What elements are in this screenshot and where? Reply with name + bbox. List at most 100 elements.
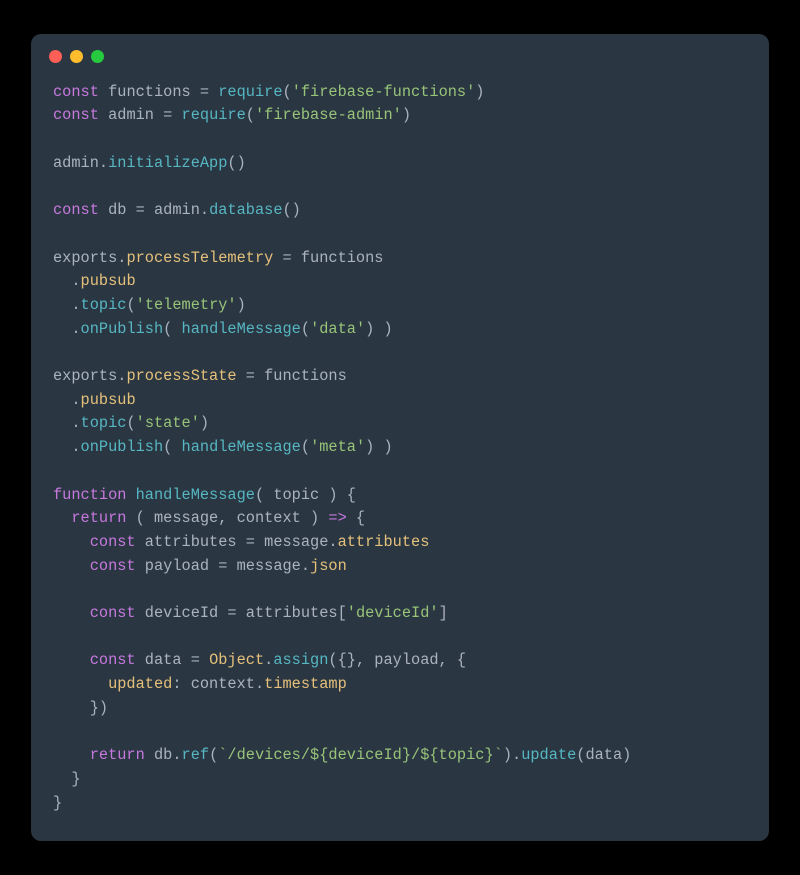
code-token: . bbox=[264, 651, 273, 669]
code-line: function handleMessage( topic ) { bbox=[53, 486, 356, 504]
code-token: = admin. bbox=[136, 201, 209, 219]
code-token: . bbox=[53, 296, 81, 314]
code-line: const db = admin.database() bbox=[53, 201, 301, 219]
code-line: return db.ref(`/devices/${deviceId}/${to… bbox=[53, 746, 631, 764]
code-token: ) ) bbox=[365, 320, 393, 338]
code-token: Object bbox=[209, 651, 264, 669]
code-token: 'meta' bbox=[310, 438, 365, 456]
code-token: db bbox=[99, 201, 136, 219]
code-token: const bbox=[90, 604, 136, 622]
code-token: (data) bbox=[576, 746, 631, 764]
code-token: ( bbox=[255, 486, 273, 504]
code-token: const bbox=[90, 557, 136, 575]
code-token: pubsub bbox=[81, 391, 136, 409]
code-token: ) bbox=[402, 106, 411, 124]
code-token: ( bbox=[246, 106, 255, 124]
code-token: . bbox=[53, 438, 81, 456]
code-token: : context. bbox=[172, 675, 264, 693]
code-token: 'deviceId' bbox=[347, 604, 439, 622]
code-token: ( bbox=[126, 414, 135, 432]
code-token: return bbox=[90, 746, 145, 764]
traffic-light-minimize-icon[interactable] bbox=[70, 50, 83, 63]
code-token: 'firebase-admin' bbox=[255, 106, 402, 124]
code-token: = functions bbox=[237, 367, 347, 385]
code-token: . bbox=[53, 272, 81, 290]
code-line: const data = Object.assign({}, payload, … bbox=[53, 651, 466, 669]
code-line: exports.processTelemetry = functions bbox=[53, 249, 383, 267]
code-token: pubsub bbox=[81, 272, 136, 290]
code-token: const bbox=[90, 651, 136, 669]
code-line: .pubsub bbox=[53, 272, 136, 290]
code-token: . bbox=[53, 320, 81, 338]
code-token: () bbox=[227, 154, 245, 172]
code-line: .topic('telemetry') bbox=[53, 296, 246, 314]
code-token: require bbox=[182, 106, 246, 124]
code-token: assign bbox=[273, 651, 328, 669]
code-token bbox=[53, 746, 90, 764]
code-line: } bbox=[53, 794, 62, 812]
code-token bbox=[53, 604, 90, 622]
code-token: exports. bbox=[53, 249, 126, 267]
code-token: attributes bbox=[136, 533, 246, 551]
code-token: payload bbox=[136, 557, 219, 575]
code-token: 'state' bbox=[136, 414, 200, 432]
code-token: handleMessage bbox=[182, 320, 301, 338]
code-token: = bbox=[200, 83, 218, 101]
code-token: = functions bbox=[273, 249, 383, 267]
code-token: require bbox=[218, 83, 282, 101]
code-token: `/devices/${deviceId}/${topic}` bbox=[218, 746, 503, 764]
code-token: ) bbox=[200, 414, 209, 432]
code-token: const bbox=[90, 533, 136, 551]
code-token: const bbox=[53, 83, 99, 101]
code-token: ) bbox=[237, 296, 246, 314]
code-token: ] bbox=[439, 604, 448, 622]
code-token: ) { bbox=[319, 486, 356, 504]
code-line: .topic('state') bbox=[53, 414, 209, 432]
code-token: initializeApp bbox=[108, 154, 227, 172]
code-token: ( bbox=[301, 320, 310, 338]
code-token: timestamp bbox=[264, 675, 347, 693]
code-token: topic bbox=[81, 296, 127, 314]
code-line: const payload = message.json bbox=[53, 557, 347, 575]
code-token: . bbox=[53, 391, 81, 409]
code-line: exports.processState = functions bbox=[53, 367, 347, 385]
code-token: = bbox=[163, 106, 181, 124]
code-token: data bbox=[136, 651, 191, 669]
code-token: 'firebase-functions' bbox=[292, 83, 476, 101]
traffic-light-zoom-icon[interactable] bbox=[91, 50, 104, 63]
code-token bbox=[53, 533, 90, 551]
code-token: ( bbox=[126, 296, 135, 314]
code-token: update bbox=[521, 746, 576, 764]
code-token: }) bbox=[53, 699, 108, 717]
code-line: const attributes = message.attributes bbox=[53, 533, 429, 551]
code-line: } bbox=[53, 770, 81, 788]
code-token: = attributes[ bbox=[227, 604, 346, 622]
code-token: . bbox=[53, 414, 81, 432]
code-token: exports. bbox=[53, 367, 126, 385]
code-token bbox=[53, 509, 71, 527]
code-token: handleMessage bbox=[182, 438, 301, 456]
code-token: onPublish bbox=[81, 438, 164, 456]
code-token: = bbox=[191, 651, 209, 669]
code-token: 'data' bbox=[310, 320, 365, 338]
code-token: } bbox=[53, 794, 62, 812]
code-line: const functions = require('firebase-func… bbox=[53, 83, 484, 101]
code-block: const functions = require('firebase-func… bbox=[31, 69, 769, 822]
code-window: const functions = require('firebase-func… bbox=[31, 34, 769, 842]
code-line: .pubsub bbox=[53, 391, 136, 409]
code-token: db. bbox=[145, 746, 182, 764]
traffic-light-close-icon[interactable] bbox=[49, 50, 62, 63]
code-token: ) bbox=[475, 83, 484, 101]
code-token: } bbox=[53, 770, 81, 788]
code-token: attributes bbox=[338, 533, 430, 551]
code-token: () bbox=[283, 201, 301, 219]
code-token: admin bbox=[99, 106, 163, 124]
code-token: onPublish bbox=[81, 320, 164, 338]
code-token bbox=[53, 651, 90, 669]
code-line: const admin = require('firebase-admin') bbox=[53, 106, 411, 124]
code-token: ) ) bbox=[365, 438, 393, 456]
code-token: database bbox=[209, 201, 282, 219]
code-token: return bbox=[71, 509, 126, 527]
code-token bbox=[53, 675, 108, 693]
code-token bbox=[126, 486, 135, 504]
